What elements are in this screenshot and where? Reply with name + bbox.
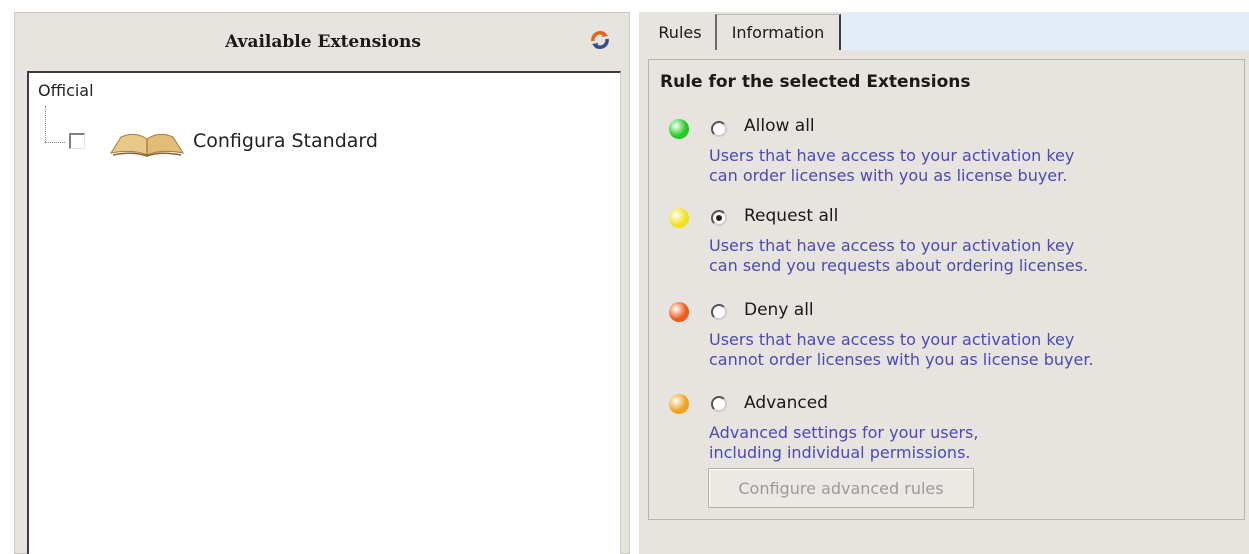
description-line: can send you requests about ordering lic…	[709, 256, 1089, 275]
description-line: can order licenses with you as license b…	[709, 166, 1068, 185]
extensions-tree[interactable]: Official Configura Standard	[27, 71, 621, 554]
request-all-label[interactable]: Request all	[744, 206, 838, 226]
status-dot-yellow-icon	[669, 208, 689, 228]
tab-rules[interactable]: Rules	[646, 12, 714, 52]
request-all-radio[interactable]	[711, 210, 727, 226]
extension-checkbox[interactable]	[69, 133, 85, 149]
tree-root-label[interactable]: Official	[38, 81, 94, 100]
tab-bar-background	[840, 12, 1249, 50]
allow-all-description: Users that have access to your activatio…	[709, 146, 1074, 186]
radio-selected-dot	[716, 215, 722, 221]
description-line: Users that have access to your activatio…	[709, 146, 1075, 165]
rules-heading: Rule for the selected Extensions	[660, 72, 971, 92]
tree-item-label[interactable]: Configura Standard	[193, 130, 378, 152]
rules-group: Rule for the selected Extensions Allow a…	[648, 59, 1245, 520]
panel-header: Available Extensions	[15, 13, 629, 71]
tree-connector	[45, 142, 65, 143]
advanced-label[interactable]: Advanced	[744, 393, 828, 413]
advanced-radio[interactable]	[711, 396, 727, 412]
book-icon	[109, 133, 185, 157]
description-line: cannot order licenses with you as licens…	[709, 350, 1094, 369]
configure-advanced-rules-button[interactable]: Configure advanced rules	[708, 468, 974, 508]
status-dot-orange-icon	[669, 394, 689, 414]
status-dot-red-icon	[669, 302, 689, 322]
extensions-window: Available Extensions Official Configura …	[0, 0, 1249, 554]
refresh-icon[interactable]	[589, 29, 611, 51]
tree-connector	[45, 106, 46, 142]
deny-all-radio[interactable]	[711, 304, 727, 320]
allow-all-label[interactable]: Allow all	[744, 116, 815, 136]
request-all-description: Users that have access to your activatio…	[709, 236, 1088, 276]
deny-all-description: Users that have access to your activatio…	[709, 330, 1094, 370]
panel-title: Available Extensions	[225, 32, 421, 52]
available-extensions-panel: Available Extensions Official Configura …	[14, 12, 630, 554]
description-line: Advanced settings for your users,	[709, 423, 979, 442]
deny-all-label[interactable]: Deny all	[744, 300, 814, 320]
status-dot-green-icon	[669, 119, 689, 139]
allow-all-radio[interactable]	[711, 121, 727, 137]
description-line: including individual permissions.	[709, 443, 971, 462]
tab-information[interactable]: Information	[715, 14, 841, 50]
advanced-description: Advanced settings for your users, includ…	[709, 423, 978, 463]
description-line: Users that have access to your activatio…	[709, 330, 1075, 349]
description-line: Users that have access to your activatio…	[709, 236, 1075, 255]
